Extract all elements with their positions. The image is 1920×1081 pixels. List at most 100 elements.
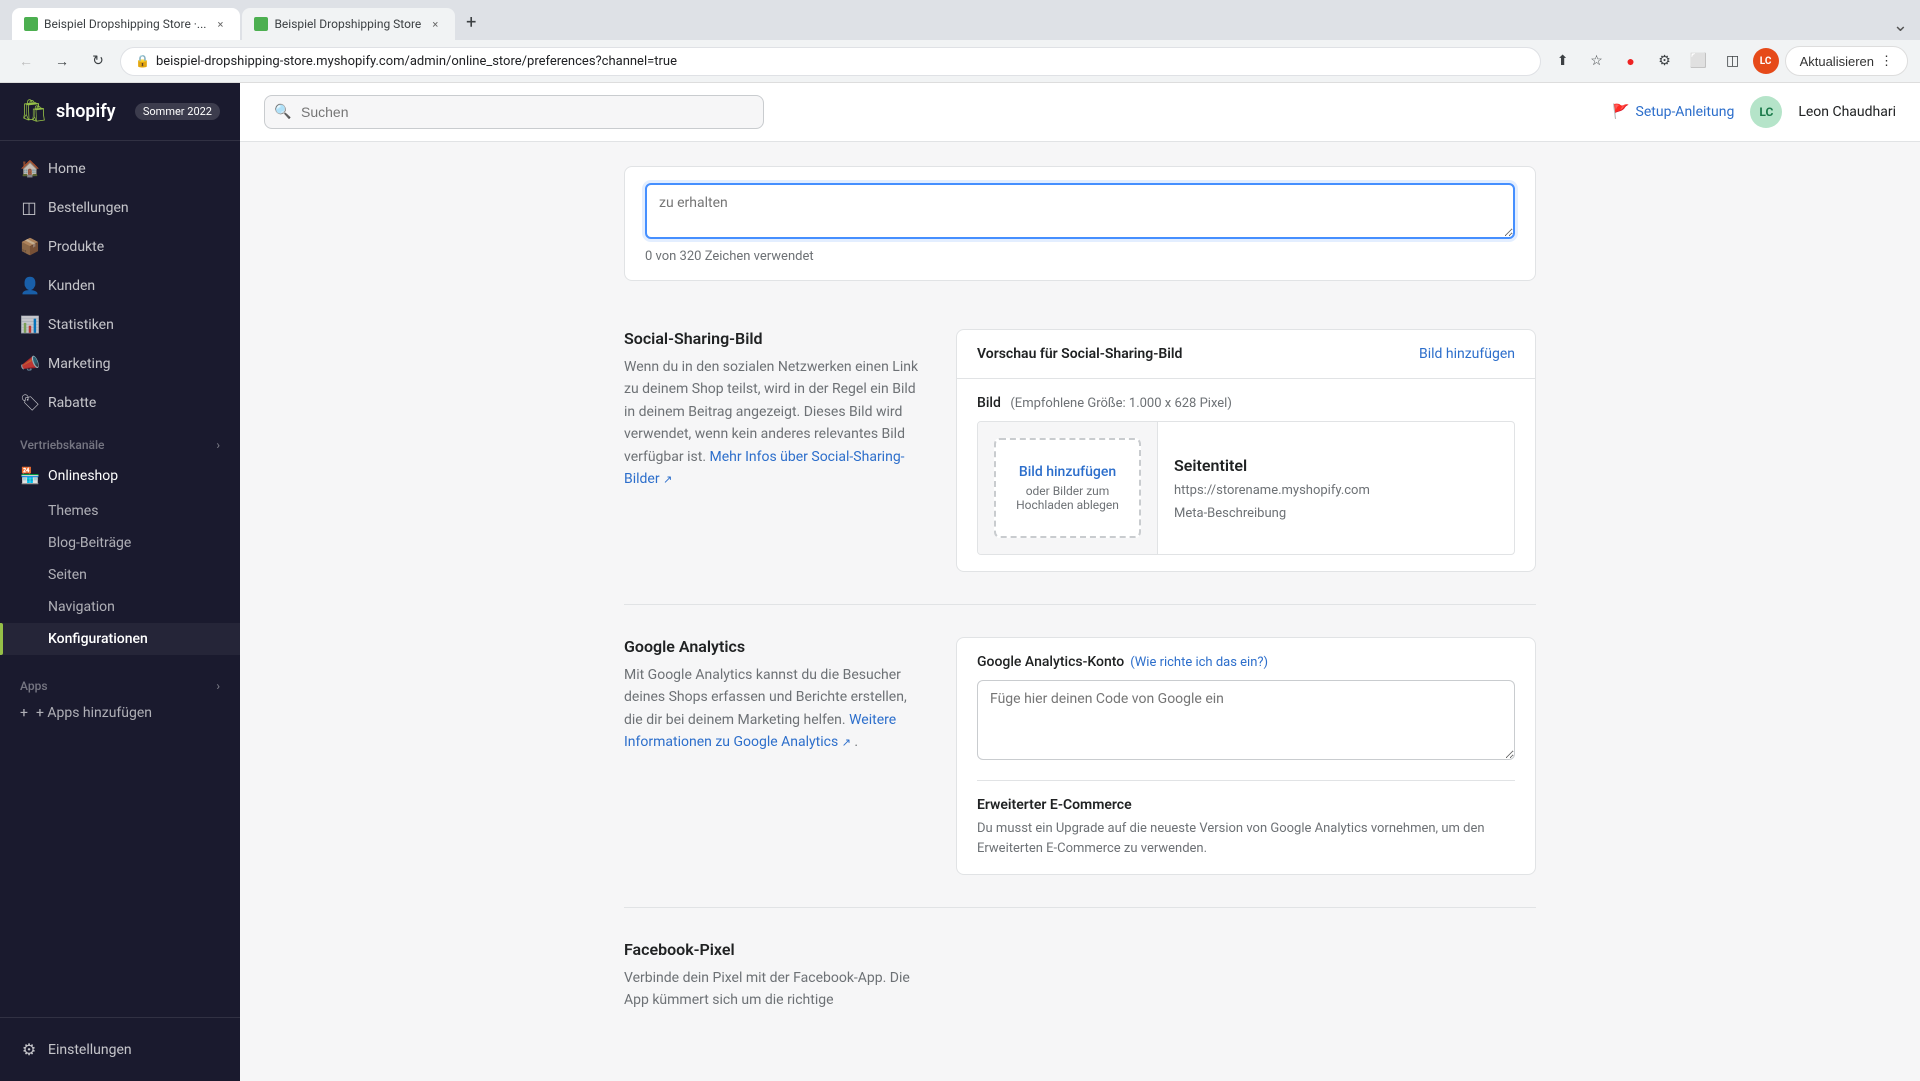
analytics-code-textarea[interactable] <box>977 680 1515 760</box>
bookmark-button[interactable]: ☆ <box>1583 47 1611 75</box>
orders-icon: ◫ <box>20 198 38 217</box>
tab-title-2: Beispiel Dropshipping Store <box>274 17 421 31</box>
sidebar-item-onlineshop-label: Onlineshop <box>48 468 118 484</box>
tab-close-2[interactable]: × <box>427 16 443 32</box>
add-image-header-link[interactable]: Bild hinzufügen <box>1419 346 1515 362</box>
browser-tabs: Beispiel Dropshipping Store ·... × Beisp… <box>12 8 1908 40</box>
reload-button[interactable]: ↻ <box>84 47 112 75</box>
sidebar-item-kunden-label: Kunden <box>48 278 95 294</box>
update-chevron: ⋮ <box>1880 53 1893 69</box>
sidebar-item-kunden[interactable]: 👤 Kunden <box>0 266 240 305</box>
description-card-body: 0 von 320 Zeichen verwendet <box>625 167 1535 280</box>
home-icon: 🏠 <box>20 159 38 178</box>
sidebar-item-navigation[interactable]: Navigation <box>0 591 240 623</box>
google-analytics-card: Google Analytics-Konto (Wie richte ich d… <box>956 637 1536 875</box>
sidebar-item-seiten[interactable]: Seiten <box>0 559 240 591</box>
social-preview-text-area: Seitentitel https://storename.myshopify.… <box>1158 422 1514 554</box>
back-button[interactable]: ← <box>12 47 40 75</box>
vertriebskanaele-section[interactable]: Vertriebskanäle › <box>0 422 240 456</box>
konfigurationen-wrap: Konfigurationen <box>0 623 240 655</box>
settings-icon: ⚙ <box>20 1040 38 1059</box>
sidebar-item-statistiken-label: Statistiken <box>48 317 114 333</box>
social-preview-box: Bild hinzufügen oder Bilder zum Hochlade… <box>977 421 1515 555</box>
address-bar[interactable]: 🔒 beispiel-dropshipping-store.myshopify.… <box>120 47 1541 76</box>
add-apps-label: + Apps hinzufügen <box>36 705 152 721</box>
sidebar-item-home-label: Home <box>48 161 86 177</box>
social-sharing-title: Social-Sharing-Bild <box>624 329 924 348</box>
facebook-pixel-left: Facebook-Pixel Verbinde dein Pixel mit d… <box>624 940 924 1012</box>
add-image-drop-label[interactable]: Bild hinzufügen <box>1019 464 1116 480</box>
browser-tab-2[interactable]: Beispiel Dropshipping Store × <box>242 8 455 40</box>
screenshot-button[interactable]: ⬜ <box>1685 47 1713 75</box>
sidebar-item-produkte[interactable]: 📦 Produkte <box>0 227 240 266</box>
google-analytics-section: Google Analytics Mit Google Analytics ka… <box>624 605 1536 908</box>
sidebar-seiten-label: Seiten <box>48 567 87 583</box>
flag-icon: 🚩 <box>1612 104 1629 120</box>
image-label-row: Bild (Empfohlene Größe: 1.000 x 628 Pixe… <box>977 395 1515 411</box>
social-sharing-card-title: Vorschau für Social-Sharing-Bild <box>977 346 1182 362</box>
app-layout: 🛍 shopify Sommer 2022 🏠 Home ◫ Bestellun… <box>0 83 1920 1081</box>
analytics-help-link[interactable]: (Wie richte ich das ein?) <box>1130 655 1268 670</box>
blog-wrap: Blog-Beiträge <box>0 527 240 559</box>
seiten-wrap: Seiten <box>0 559 240 591</box>
sidebar-item-bestellungen-label: Bestellungen <box>48 200 129 216</box>
social-sharing-card-body: Bild (Empfohlene Größe: 1.000 x 628 Pixe… <box>957 379 1535 571</box>
description-textarea[interactable] <box>645 183 1515 239</box>
extensions-button[interactable]: ⚙ <box>1651 47 1679 75</box>
image-size-hint: (Empfohlene Größe: 1.000 x 628 Pixel) <box>1010 396 1232 411</box>
season-badge: Sommer 2022 <box>135 103 220 120</box>
profile-circle[interactable]: LC <box>1753 48 1779 74</box>
char-counter-section: 0 von 320 Zeichen verwendet <box>624 166 1536 281</box>
sidebar-item-onlineshop[interactable]: 🏪 Onlineshop <box>0 456 240 495</box>
discounts-icon: 🏷 <box>20 393 38 412</box>
ecommerce-desc: Du musst ein Upgrade auf die neueste Ver… <box>977 819 1515 858</box>
update-button[interactable]: Aktualisieren ⋮ <box>1785 46 1908 76</box>
sidebar-item-einstellungen[interactable]: ⚙ Einstellungen <box>0 1030 240 1069</box>
sidebar-item-rabatte-label: Rabatte <box>48 395 96 411</box>
user-avatar[interactable]: LC <box>1750 96 1782 128</box>
share-button[interactable]: ⬆ <box>1549 47 1577 75</box>
new-tab-button[interactable]: + <box>457 8 485 36</box>
sidebar-item-rabatte[interactable]: 🏷 Rabatte <box>0 383 240 422</box>
browser-tab-1[interactable]: Beispiel Dropshipping Store ·... × <box>12 8 240 40</box>
toolbar-actions: ⬆ ☆ ● ⚙ ⬜ ◫ LC Aktualisieren ⋮ <box>1549 46 1908 76</box>
setup-link[interactable]: 🚩 Setup-Anleitung <box>1612 104 1734 120</box>
apps-section[interactable]: Apps › <box>0 663 240 697</box>
social-sharing-section: Social-Sharing-Bild Wenn du in den sozia… <box>624 297 1536 605</box>
google-analytics-left: Google Analytics Mit Google Analytics ka… <box>624 637 924 875</box>
sidebar-item-blog[interactable]: Blog-Beiträge <box>0 527 240 559</box>
sidebar-item-marketing[interactable]: 📣 Marketing <box>0 344 240 383</box>
opera-button[interactable]: ● <box>1617 47 1645 75</box>
ecommerce-section: Erweiterter E-Commerce Du musst ein Upgr… <box>977 780 1515 858</box>
sidebar-item-bestellungen[interactable]: ◫ Bestellungen <box>0 188 240 227</box>
sidebar-item-home[interactable]: 🏠 Home <box>0 149 240 188</box>
sidebar-item-konfigurationen[interactable]: Konfigurationen <box>0 623 240 655</box>
add-apps-icon: + <box>20 705 28 721</box>
browser-toolbar: ← → ↻ 🔒 beispiel-dropshipping-store.mysh… <box>0 40 1920 83</box>
sidebar-blog-label: Blog-Beiträge <box>48 535 131 551</box>
tab-list-button[interactable]: ⌄ <box>1893 15 1908 36</box>
preview-url: https://storename.myshopify.com <box>1174 483 1498 498</box>
search-icon: 🔍 <box>274 104 291 120</box>
add-apps-link[interactable]: + + Apps hinzufügen <box>0 697 240 729</box>
apps-chevron: › <box>216 679 220 693</box>
facebook-pixel-title: Facebook-Pixel <box>624 940 924 959</box>
apps-label: Apps <box>20 679 48 693</box>
analytics-account-label-row: Google Analytics-Konto (Wie richte ich d… <box>977 654 1515 670</box>
image-drop-zone[interactable]: Bild hinzufügen oder Bilder zum Hochlade… <box>994 438 1141 538</box>
topbar-actions: 🚩 Setup-Anleitung LC Leon Chaudhari <box>1612 96 1896 128</box>
shopify-wordmark: shopify <box>56 101 116 122</box>
forward-button[interactable]: → <box>48 47 76 75</box>
url-text: beispiel-dropshipping-store.myshopify.co… <box>156 54 677 69</box>
sidebar-item-themes[interactable]: Themes <box>0 495 240 527</box>
sidebar-toggle[interactable]: ◫ <box>1719 47 1747 75</box>
social-sharing-left: Social-Sharing-Bild Wenn du in den sozia… <box>624 329 924 572</box>
social-preview-image-area: Bild hinzufügen oder Bilder zum Hochlade… <box>978 422 1158 554</box>
google-analytics-card-body: Google Analytics-Konto (Wie richte ich d… <box>957 638 1535 874</box>
tab-close-1[interactable]: × <box>212 16 228 32</box>
sidebar-item-statistiken[interactable]: 📊 Statistiken <box>0 305 240 344</box>
customers-icon: 👤 <box>20 276 38 295</box>
preview-site-title: Seitentitel <box>1174 456 1498 475</box>
social-sharing-card-header: Vorschau für Social-Sharing-Bild Bild hi… <box>957 330 1535 379</box>
search-input[interactable] <box>264 95 764 129</box>
